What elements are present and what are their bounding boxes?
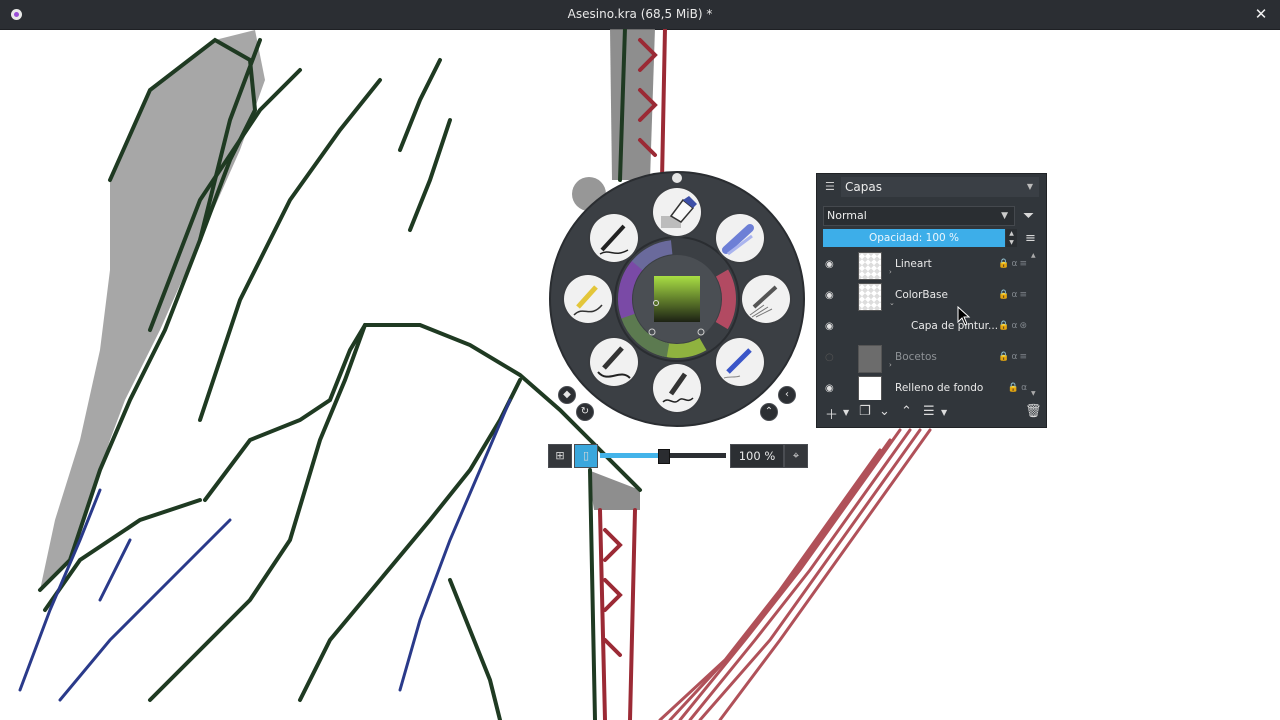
layer-properties-icons[interactable]: 🔒α≡ [998, 352, 1029, 362]
layer-thumbnail [858, 252, 882, 280]
mirror-canvas-icon[interactable]: ⊞ [548, 444, 572, 468]
layer-thumbnail [858, 283, 882, 311]
window-title: Asesino.kra (68,5 MiB) * [567, 7, 713, 21]
layer-name: Bocetos [895, 351, 937, 363]
ink-pen-brush-icon[interactable] [590, 214, 638, 262]
title-bar: Asesino.kra (68,5 MiB) * ✕ [0, 0, 1280, 30]
zoom-slider-fill [600, 453, 663, 458]
layer-row[interactable]: ◉ Relleno de fondo 🔒α [817, 374, 1031, 400]
chevron-right-icon[interactable]: › [889, 268, 892, 276]
visibility-eye-icon[interactable]: ○ [825, 352, 834, 363]
add-layer-icon[interactable]: ＋ [825, 404, 838, 423]
layer-options-icon[interactable]: ≡ [1025, 231, 1036, 246]
chevron-down-icon: ▼ [1001, 211, 1008, 221]
visibility-eye-icon[interactable]: ◉ [825, 259, 834, 270]
layer-row[interactable]: ◉ ⌄ ColorBase 🔒α≡ [817, 281, 1031, 312]
docker-header: ☰ Capas ▼ [817, 174, 1046, 200]
filter-icon[interactable]: ⏷ [1023, 208, 1034, 224]
layer-name: Capa de pintur... [911, 320, 999, 332]
layer-row[interactable]: ◉ Capa de pintur... 🔒α⊛ [817, 312, 1031, 343]
layer-properties-icons[interactable]: 🔒α⊛ [998, 321, 1029, 331]
visibility-eye-icon[interactable]: ◉ [825, 290, 834, 301]
opacity-spinner[interactable]: ▲ ▼ [1006, 229, 1017, 247]
blend-mode-select[interactable]: Normal ▼ [823, 206, 1015, 226]
layer-name: Lineart [895, 258, 932, 270]
blend-mode-value: Normal [827, 209, 867, 222]
zoom-slider-handle[interactable] [658, 449, 670, 464]
reset-zoom-icon[interactable]: ⌖ [784, 444, 808, 468]
layers-docker: ☰ Capas ▼ Normal ▼ ⏷ Opacidad: 100 % ▲ ▼ … [816, 173, 1047, 428]
chevron-down-icon[interactable]: ⌄ [889, 299, 895, 307]
docker-title-select[interactable]: Capas ▼ [841, 177, 1039, 197]
add-layer-menu-icon[interactable]: ▼ [843, 408, 849, 417]
close-icon[interactable]: ✕ [1252, 5, 1270, 23]
move-layer-up-icon[interactable]: ⌃ [901, 404, 912, 419]
scroll-up-icon[interactable]: ▲ [1031, 252, 1036, 259]
delete-layer-icon[interactable]: 🗑 [1025, 404, 1042, 419]
layer-thumbnail [858, 376, 882, 400]
layer-thumbnail [858, 345, 882, 373]
layer-row[interactable]: ○ › Bocetos 🔒α≡ [817, 343, 1031, 374]
docker-menu-icon[interactable]: ☰ [825, 180, 835, 193]
docker-title: Capas [845, 180, 882, 194]
mouse-cursor-icon [957, 306, 971, 326]
popup-palette[interactable]: ◆ ↻ ⌃ ‹ [546, 168, 808, 430]
zoom-value[interactable]: 100 % [730, 444, 784, 468]
layer-list-scrollbar[interactable]: ▲ ▼ [1031, 252, 1039, 400]
ink-brush-icon[interactable] [590, 338, 638, 386]
blue-pencil-brush-icon[interactable] [716, 338, 764, 386]
layer-name: Relleno de fondo [895, 382, 984, 394]
scroll-down-icon[interactable]: ▼ [1031, 390, 1036, 397]
calligraphy-brush-icon[interactable] [653, 364, 701, 412]
yellow-pencil-brush-icon[interactable] [564, 275, 612, 323]
layer-properties-icons[interactable]: 🔒α≡ [998, 290, 1029, 300]
zoom-slider[interactable] [600, 449, 726, 464]
blue-marker-brush-icon[interactable] [716, 214, 764, 262]
opacity-slider[interactable]: Opacidad: 100 % [823, 229, 1005, 247]
layer-properties-icon[interactable]: ☰ [923, 404, 935, 419]
tag-icon[interactable]: ◆ [558, 386, 576, 404]
eraser-brush-icon[interactable] [653, 188, 701, 236]
zoom-strip: ⊞ ▯ 100 % ⌖ [548, 444, 808, 468]
layer-properties-icons[interactable]: 🔒α [1008, 383, 1029, 393]
layer-actions-bar: ＋ ▼ ❐ ⌄ ⌃ ☰ ▼ 🗑 [817, 402, 1046, 426]
layer-row[interactable]: ◉ › Lineart 🔒α≡ [817, 250, 1031, 281]
duplicate-layer-icon[interactable]: ❐ [859, 404, 871, 419]
fit-canvas-icon[interactable]: ▯ [574, 444, 598, 468]
properties-menu-icon[interactable]: ▼ [941, 408, 947, 417]
chevron-down-icon: ▼ [1026, 182, 1033, 191]
move-layer-down-icon[interactable]: ⌄ [879, 404, 890, 419]
visibility-eye-icon[interactable]: ◉ [825, 321, 834, 332]
chevron-right-icon[interactable]: › [889, 361, 892, 369]
visibility-eye-icon[interactable]: ◉ [825, 383, 834, 394]
layer-properties-icons[interactable]: 🔒α≡ [998, 259, 1029, 269]
layer-list: ◉ › Lineart 🔒α≡ ◉ ⌄ ColorBase 🔒α≡ ◉ Capa… [817, 250, 1031, 400]
chevron-left-icon[interactable]: ‹ [778, 386, 796, 404]
layer-name: ColorBase [895, 289, 948, 301]
chevron-up-icon[interactable]: ⌃ [760, 403, 778, 421]
gray-pencil-brush-icon[interactable] [742, 275, 790, 323]
rotate-canvas-icon[interactable]: ↻ [576, 403, 594, 421]
